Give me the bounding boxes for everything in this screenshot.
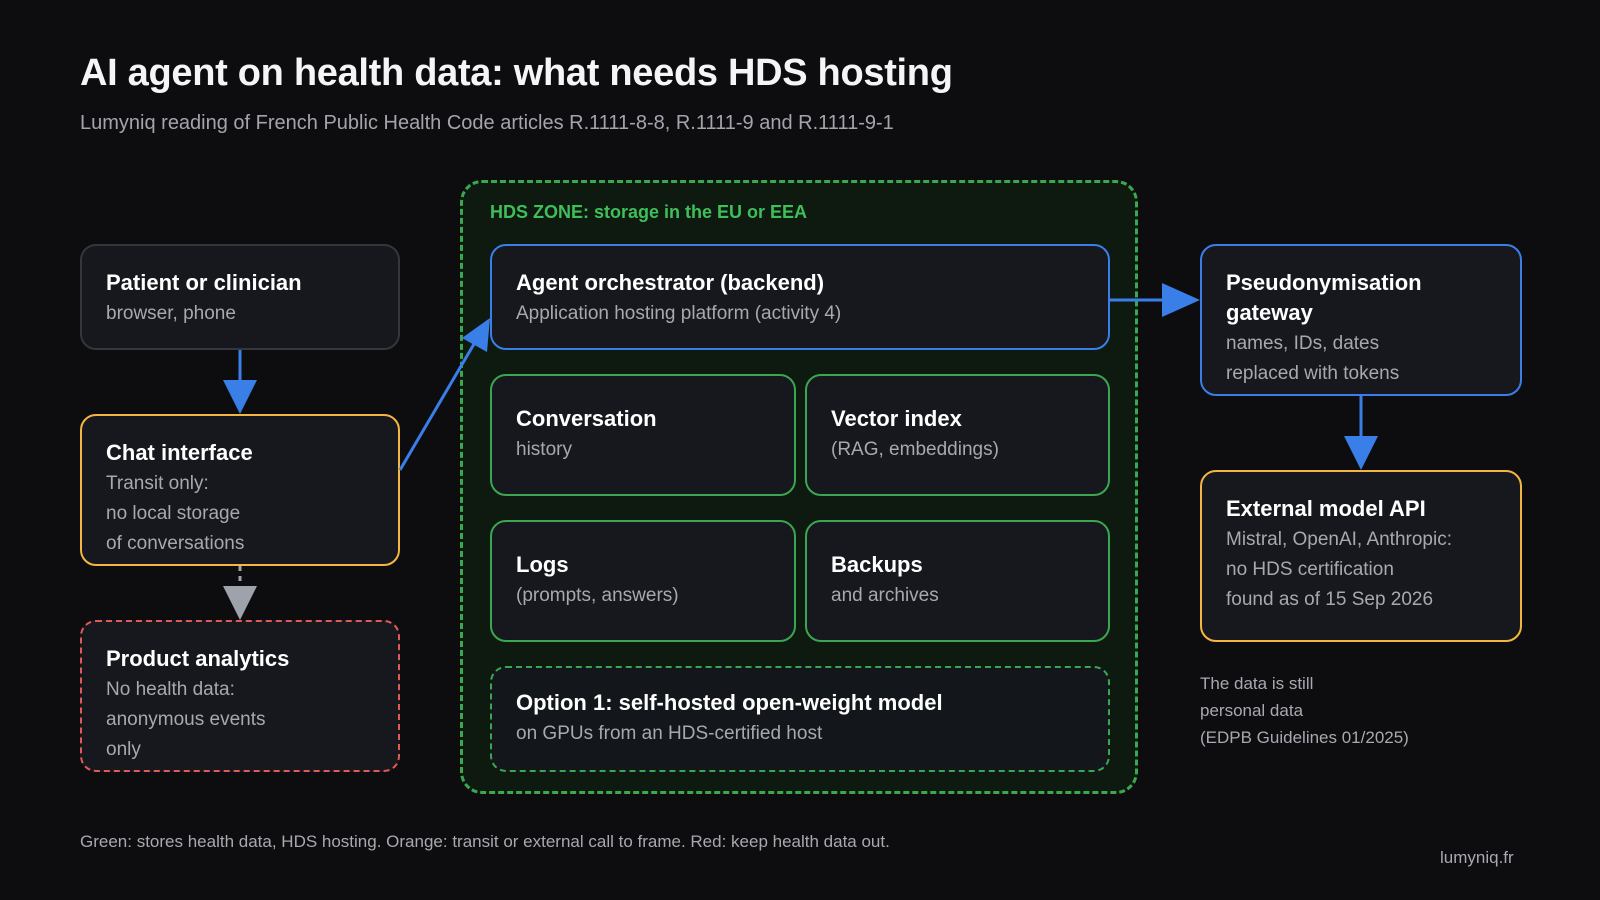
arrow-chat-to-orchestrator: [398, 343, 476, 471]
arrowhead-patient-to-chat: [223, 380, 257, 414]
arrowhead-gateway-to-external: [1344, 436, 1378, 470]
site-url: lumyniq.fr: [1440, 848, 1514, 867]
arrowhead-orchestrator-to-gateway: [1162, 283, 1200, 317]
flow-arrows: [223, 283, 1378, 620]
arrowhead-chat-to-analytics: [223, 586, 257, 620]
arrowhead-chat-to-orchestrator: [462, 318, 490, 352]
color-legend: Green: stores health data, HDS hosting. …: [80, 832, 890, 851]
